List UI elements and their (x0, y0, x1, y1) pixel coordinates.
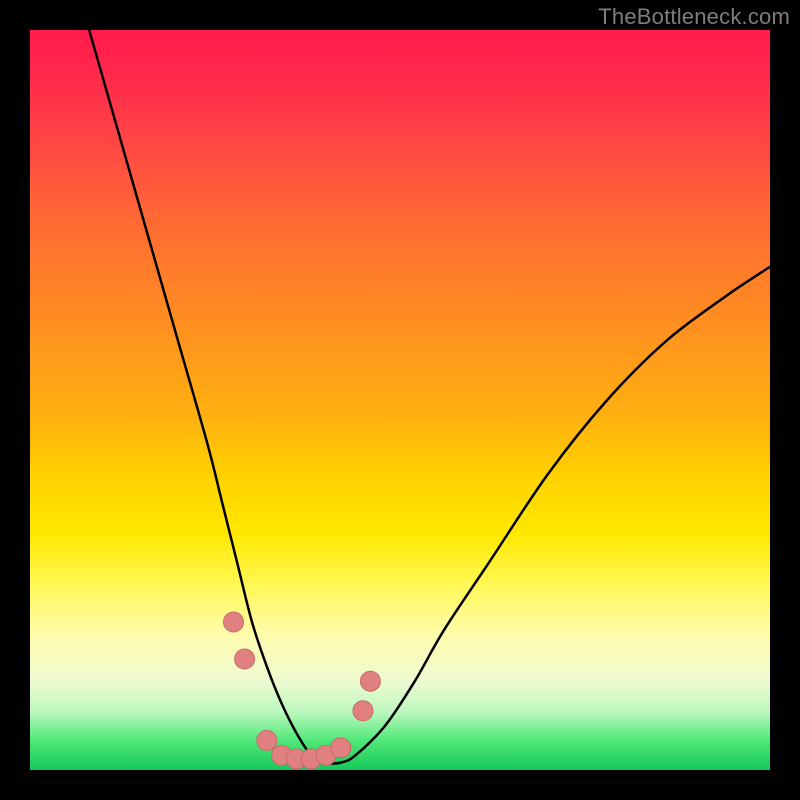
bottleneck-curve (89, 30, 770, 764)
plot-area (30, 30, 770, 770)
data-markers (224, 612, 381, 769)
data-marker (224, 612, 244, 632)
chart-svg (30, 30, 770, 770)
data-marker (353, 701, 373, 721)
watermark-text: TheBottleneck.com (598, 4, 790, 30)
outer-frame: TheBottleneck.com (0, 0, 800, 800)
data-marker (257, 730, 277, 750)
data-marker (360, 671, 380, 691)
data-marker (331, 738, 351, 758)
data-marker (235, 649, 255, 669)
